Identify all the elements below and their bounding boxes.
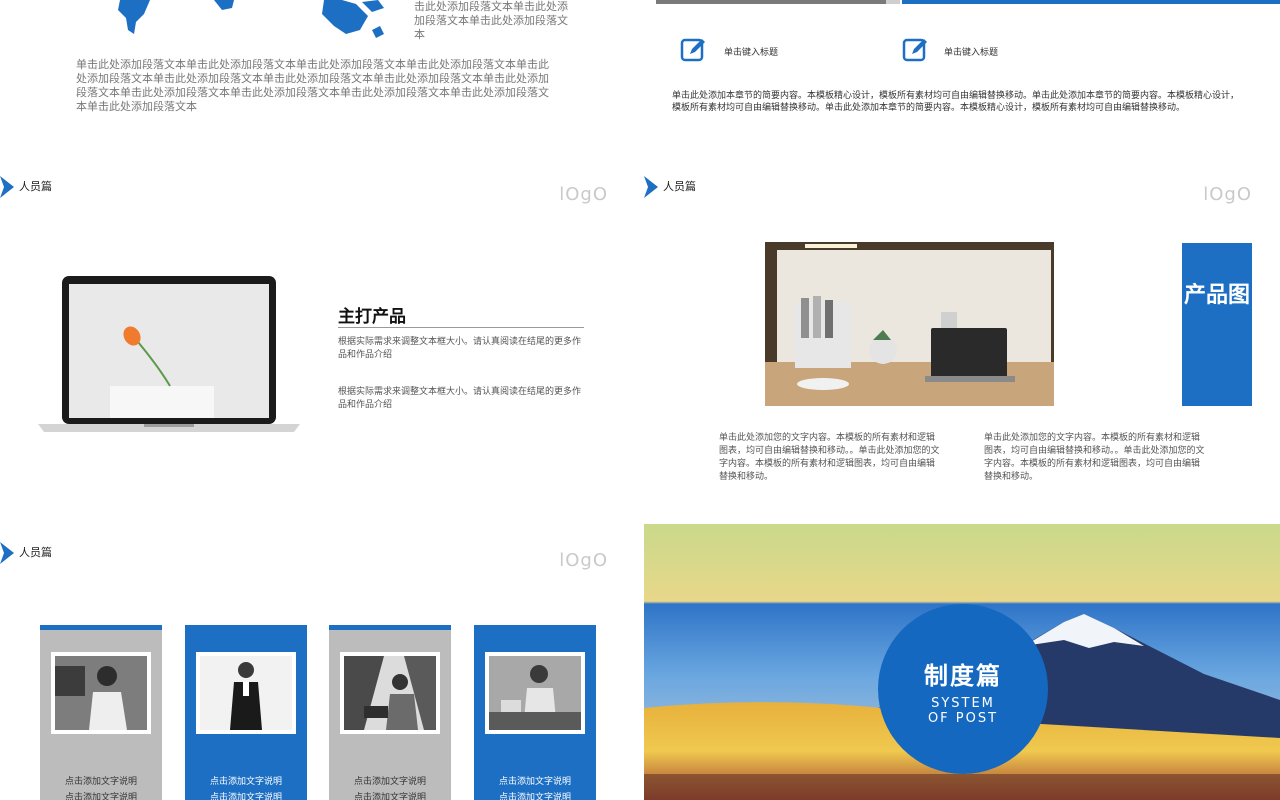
product-description[interactable]: 根据实际需求来调整文本框大小。请认真阅读在结尾的更多作品和作品介绍 xyxy=(338,336,588,362)
card-caption[interactable]: 点击添加文字说明 点击添加文字说明 xyxy=(40,774,162,800)
section-title-en[interactable]: SYSTEM OF POST xyxy=(878,696,1048,726)
section-title: 人员篇 xyxy=(19,546,52,559)
chevron-arrow-icon xyxy=(0,542,14,564)
product-title[interactable]: 主打产品 xyxy=(338,302,406,327)
person-card[interactable]: 点击添加文字说明 点击添加文字说明 xyxy=(329,625,451,800)
slide-6: 制度篇 SYSTEM OF POST xyxy=(644,524,1280,800)
text-column-left[interactable]: 单击此处添加您的文字内容。本模板的所有素材和逻辑图表，均可自由编辑替换和移动。。… xyxy=(719,432,941,484)
slide-4: 人员篇 lOgO 产品图 单击此处添加您的文字内容。本模板的所有素材和逻辑图表，… xyxy=(644,158,1280,516)
product-description[interactable]: 根据实际需求来调整文本框大小。请认真阅读在结尾的更多作品和作品介绍 xyxy=(338,386,588,412)
body-paragraph[interactable]: 单击此处添加段落文本单击此处添加段落文本单击此处添加段落文本单击此处添加段落文本… xyxy=(76,58,556,114)
section-title-zh[interactable]: 制度篇 xyxy=(878,656,1048,691)
edit-icon[interactable] xyxy=(902,36,930,64)
slide-1: 击此处添加段落文本单击此处添加段落文本单击此处添加段落文本 单击此处添加段落文本… xyxy=(0,0,636,150)
section-title: 人员篇 xyxy=(663,180,696,193)
slide-5: 人员篇 lOgO 点击添加文字说明 点击添加文字说明 点击添加文字说明 点击添加… xyxy=(0,524,636,800)
divider xyxy=(338,327,584,328)
person-photo xyxy=(51,652,151,734)
person-photo xyxy=(485,652,585,734)
desk-product-photo xyxy=(765,242,1054,406)
image-strip xyxy=(886,0,900,4)
edit-icon[interactable] xyxy=(680,36,708,64)
laptop-product-image xyxy=(38,276,300,432)
chevron-arrow-icon xyxy=(644,176,658,198)
card-caption[interactable]: 点击添加文字说明 点击添加文字说明 xyxy=(474,774,596,800)
image-strip xyxy=(656,0,886,4)
card-caption[interactable]: 点击添加文字说明 点击添加文字说明 xyxy=(329,774,451,800)
heading-2[interactable]: 单击键入标题 xyxy=(944,45,998,58)
person-photo xyxy=(196,652,296,734)
logo-text: lOgO xyxy=(1203,184,1252,205)
section-title: 人员篇 xyxy=(19,180,52,193)
section-badge: 制度篇 SYSTEM OF POST xyxy=(878,604,1048,774)
side-text[interactable]: 击此处添加段落文本单击此处添加段落文本单击此处添加段落文本 xyxy=(414,0,574,42)
logo-text: lOgO xyxy=(559,550,608,571)
accent-bar xyxy=(902,0,1280,4)
chevron-arrow-icon xyxy=(0,176,14,198)
card-caption[interactable]: 点击添加文字说明 点击添加文字说明 xyxy=(185,774,307,800)
body-text[interactable]: 单击此处添加本章节的简要内容。本模板精心设计，模板所有素材均可自由编辑替换移动。… xyxy=(672,90,1242,114)
slide-3: 人员篇 lOgO 主打产品 根据实际需求来调整文本框大小。请认真阅读在结尾的更多… xyxy=(0,158,636,516)
world-map-graphic xyxy=(118,0,384,38)
slide-2: 单击键入标题 单击键入标题 单击此处添加本章节的简要内容。本模板精心设计，模板所… xyxy=(644,0,1280,150)
heading-1[interactable]: 单击键入标题 xyxy=(724,45,778,58)
person-card[interactable]: 点击添加文字说明 点击添加文字说明 xyxy=(474,625,596,800)
product-label: 产品图 xyxy=(1183,283,1250,308)
logo-text: lOgO xyxy=(559,184,608,205)
person-photo xyxy=(340,652,440,734)
product-label-panel: 产品图 xyxy=(1182,243,1252,406)
person-card[interactable]: 点击添加文字说明 点击添加文字说明 xyxy=(40,625,162,800)
text-column-right[interactable]: 单击此处添加您的文字内容。本模板的所有素材和逻辑图表，均可自由编辑替换和移动。。… xyxy=(984,432,1206,484)
person-card[interactable]: 点击添加文字说明 点击添加文字说明 xyxy=(185,625,307,800)
